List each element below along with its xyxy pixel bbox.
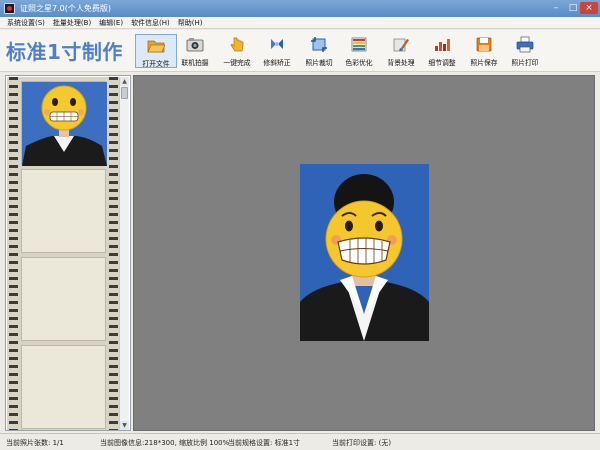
folder-open-icon xyxy=(147,40,165,53)
menu-edit[interactable]: 编辑(E) xyxy=(96,17,128,28)
minimize-button[interactable]: – xyxy=(548,2,564,14)
thumbnail-scrollbar[interactable]: ▲ ▼ xyxy=(119,77,129,430)
thumbnail-panel: ▲ ▼ xyxy=(5,75,131,431)
tool-label: 一键完成 xyxy=(223,59,251,67)
tool-label: 联机拍摄 xyxy=(181,59,209,67)
scroll-up-arrow-icon[interactable]: ▲ xyxy=(120,77,129,86)
tool-label: 照片打印 xyxy=(511,59,539,67)
status-spec: 当前规格设置: 标准1寸 xyxy=(228,439,301,447)
tool-label: 色彩优化 xyxy=(345,59,373,67)
background-process-button[interactable]: 背景处理 xyxy=(380,34,422,68)
toolbar: 标准1寸制作 打开文件 联机拍摄 一键完成 修斜矫正 照片裁切 色彩优化 背景处… xyxy=(0,30,600,72)
one-click-hand-icon xyxy=(230,37,244,52)
empty-thumbnail-slot[interactable] xyxy=(21,169,106,253)
rotate-correct-icon xyxy=(271,39,283,49)
one-click-button[interactable]: 一键完成 xyxy=(216,34,258,68)
camera-capture-button[interactable]: 联机拍摄 xyxy=(174,34,216,68)
film-perforation xyxy=(9,77,18,430)
status-bar: 当前照片张数: 1/1 当前图像信息:218*300, 缩放比例 100% 当前… xyxy=(0,433,600,450)
tool-label: 照片裁切 xyxy=(305,59,333,67)
menu-system-settings[interactable]: 系统设置(S) xyxy=(4,17,50,28)
scrollbar-thumb[interactable] xyxy=(121,87,128,99)
menu-bar: 系统设置(S) 批量处理(B) 编辑(E) 软件信息(H) 帮助(H) xyxy=(0,17,600,29)
status-print: 当前打印设置: (无) xyxy=(332,439,392,447)
menu-software-info[interactable]: 软件信息(H) xyxy=(128,17,175,28)
window-title: 证照之星7.0(个人免费版) xyxy=(20,4,111,13)
film-perforation xyxy=(109,77,118,430)
photo-canvas[interactable] xyxy=(133,75,595,431)
printer-icon xyxy=(516,36,534,53)
tool-label: 修斜矫正 xyxy=(263,59,291,67)
close-button[interactable]: × xyxy=(580,2,598,14)
tool-label: 照片保存 xyxy=(470,59,498,67)
empty-thumbnail-slot[interactable] xyxy=(21,257,106,341)
portrait-image xyxy=(300,164,429,341)
maximize-button[interactable]: □ xyxy=(565,2,581,14)
detail-chart-icon xyxy=(435,39,450,51)
color-bars-icon xyxy=(351,37,367,52)
portrait-thumbnail xyxy=(22,82,107,166)
tilt-correct-button[interactable]: 修斜矫正 xyxy=(256,34,298,68)
crop-button[interactable]: 照片裁切 xyxy=(298,34,340,68)
save-photo-button[interactable]: 照片保存 xyxy=(463,34,505,68)
menu-batch[interactable]: 批量处理(B) xyxy=(50,17,96,28)
status-image-info: 当前图像信息:218*300, 缩放比例 100% xyxy=(100,439,230,447)
scroll-down-arrow-icon[interactable]: ▼ xyxy=(120,421,129,430)
thumbnail-photo-1[interactable] xyxy=(21,81,107,166)
mode-title: 标准1寸制作 xyxy=(6,40,123,64)
detail-adjust-button[interactable]: 细节调整 xyxy=(421,34,463,68)
empty-thumbnail-slot[interactable] xyxy=(21,345,106,429)
status-photo-count: 当前照片张数: 1/1 xyxy=(6,439,64,447)
save-disk-icon xyxy=(476,37,492,52)
id-photo[interactable] xyxy=(300,164,429,341)
crop-icon xyxy=(311,37,327,52)
print-photo-button[interactable]: 照片打印 xyxy=(504,34,546,68)
app-icon xyxy=(4,3,15,14)
tool-label: 背景处理 xyxy=(387,59,415,67)
color-optimize-button[interactable]: 色彩优化 xyxy=(338,34,380,68)
filmstrip xyxy=(7,77,120,430)
open-file-button[interactable]: 打开文件 xyxy=(135,34,177,68)
tool-label: 细节调整 xyxy=(428,59,456,67)
camera-icon xyxy=(186,38,204,52)
menu-help[interactable]: 帮助(H) xyxy=(175,17,208,28)
title-bar: 证照之星7.0(个人免费版) – □ × xyxy=(0,0,600,17)
background-brush-icon xyxy=(393,38,409,52)
tool-label: 打开文件 xyxy=(142,60,170,68)
